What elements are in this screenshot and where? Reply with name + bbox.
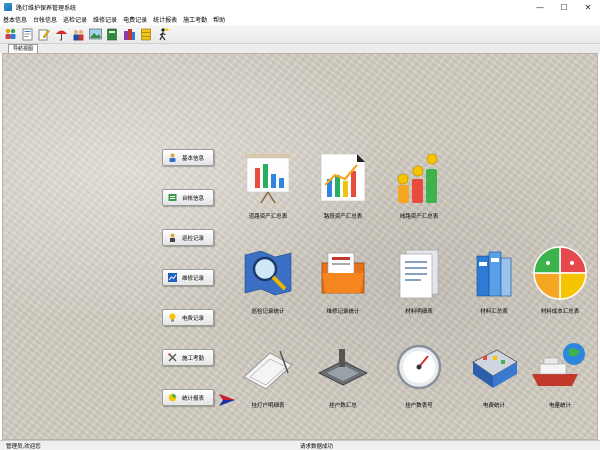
tab-strip: 导航视图	[0, 44, 600, 53]
tile-line-asset-summary-label: 线路资产汇总表	[399, 214, 439, 220]
inspector-icon	[168, 233, 177, 242]
menu-help[interactable]: 帮助	[213, 15, 225, 24]
landscape-icon[interactable]	[88, 27, 102, 41]
title-bar: 路灯维护保养管理系统 — ☐ ✕	[0, 0, 600, 14]
toolbox-icon	[464, 336, 524, 398]
status-user: 管理员,欢迎您	[6, 443, 41, 450]
menu-bar: 基本信息 台帐信息 巡检记录 维修记录 电费记录 统计报表 施工考勤 帮助	[0, 14, 600, 25]
close-button[interactable]: ✕	[576, 0, 600, 14]
app-icon	[4, 3, 12, 11]
electricity-label: 电费记录	[182, 315, 205, 322]
easel-chart-icon	[238, 147, 298, 209]
coin-chart-icon	[389, 147, 449, 209]
tile-material-cost-summary-label: 材料成本汇总表	[540, 309, 580, 315]
magnifier-map-icon	[238, 242, 298, 304]
tile-material-detail[interactable]: 材料明细表	[379, 242, 459, 326]
menu-reports[interactable]: 统计报表	[153, 15, 177, 24]
umbrella-icon[interactable]	[54, 27, 68, 41]
menu-basic-info[interactable]: 基本信息	[3, 15, 27, 24]
inspection-button[interactable]: 巡检记录	[162, 229, 214, 246]
attendance-label: 施工考勤	[182, 355, 205, 362]
menu-attendance[interactable]: 施工考勤	[183, 15, 207, 24]
tile-electricity-usage-stats-label: 电量统计	[548, 403, 571, 409]
status-message: 请求数据成功	[300, 443, 334, 450]
tile-user-count-meter[interactable]: 挂户数表号	[379, 336, 459, 420]
menu-ledger[interactable]: 台帐信息	[33, 15, 57, 24]
window-controls: — ☐ ✕	[528, 0, 600, 14]
reports-button[interactable]: 统计报表	[162, 389, 214, 406]
tile-section-asset-summary-label: 路段资产汇总表	[323, 214, 363, 220]
tile-lamp-user-detail[interactable]: 挂灯户明细表	[228, 336, 308, 420]
tab-navigation-view[interactable]: 导航视图	[8, 44, 39, 53]
menu-electricity[interactable]: 电费记录	[123, 15, 147, 24]
globe-ship-icon	[530, 336, 590, 398]
tile-electricity-usage-stats[interactable]: 电量统计	[520, 336, 600, 420]
tools-icon	[168, 353, 177, 362]
menu-inspection[interactable]: 巡检记录	[63, 15, 87, 24]
tile-material-cost-summary[interactable]: 材料成本汇总表	[520, 242, 600, 326]
ledger-icon	[168, 193, 177, 202]
books-icon[interactable]	[122, 27, 136, 41]
group-icon[interactable]	[3, 27, 17, 41]
tile-material-summary-label: 材料汇总表	[480, 309, 508, 315]
ledger-button[interactable]: 台帐信息	[162, 189, 214, 206]
tile-inspection-stats-label: 巡检记录统计	[251, 309, 285, 315]
blueprint-icon	[238, 336, 298, 398]
maximize-button[interactable]: ☐	[552, 0, 576, 14]
attendance-button[interactable]: 施工考勤	[162, 349, 214, 366]
tile-section-asset-summary[interactable]: 路段资产汇总表	[303, 147, 383, 231]
minimize-button[interactable]: —	[528, 0, 552, 14]
tile-user-count-meter-label: 挂户数表号	[405, 403, 433, 409]
status-bar: 管理员,欢迎您 请求数据成功	[0, 440, 600, 450]
report-icon	[168, 393, 177, 402]
drawers-icon[interactable]	[139, 27, 153, 41]
pie-chart-icon	[530, 242, 590, 304]
document-icon[interactable]	[20, 27, 34, 41]
tile-user-count-summary[interactable]: 挂户数汇总	[303, 336, 383, 420]
people-icon[interactable]	[71, 27, 85, 41]
tile-material-detail-label: 材料明细表	[405, 309, 433, 315]
basic-info-label: 基本信息	[182, 155, 205, 162]
electricity-button[interactable]: 电费记录	[162, 309, 214, 326]
tile-user-count-summary-label: 挂户数汇总	[329, 403, 357, 409]
scanner-icon	[313, 336, 373, 398]
toolbar	[0, 25, 600, 44]
menu-repair[interactable]: 维修记录	[93, 15, 117, 24]
tile-road-asset-summary[interactable]: 道路资产汇总表	[228, 147, 308, 231]
edit-icon[interactable]	[37, 27, 51, 41]
tile-line-asset-summary[interactable]: 线路资产汇总表	[379, 147, 459, 231]
tile-repair-stats-label: 维修记录统计	[326, 309, 360, 315]
binders-icon	[464, 242, 524, 304]
orange-folder-icon	[313, 242, 373, 304]
bulb-icon	[168, 313, 177, 322]
tile-lamp-user-detail-label: 挂灯户明细表	[251, 403, 285, 409]
window-title: 路灯维护保养管理系统	[16, 4, 77, 12]
reports-label: 统计报表	[182, 395, 205, 402]
tile-inspection-stats[interactable]: 巡检记录统计	[228, 242, 308, 326]
repair-button[interactable]: 维修记录	[162, 269, 214, 286]
document-stack-icon	[389, 242, 449, 304]
book-icon[interactable]	[105, 27, 119, 41]
chart-line-icon	[168, 273, 177, 282]
tile-repair-stats[interactable]: 维修记录统计	[303, 242, 383, 326]
person-icon	[168, 153, 177, 162]
trend-chart-icon	[313, 147, 373, 209]
gauge-icon	[389, 336, 449, 398]
tile-electricity-fee-stats-label: 电费统计	[482, 403, 505, 409]
walking-person-icon[interactable]	[156, 27, 170, 41]
ledger-label: 台帐信息	[182, 195, 205, 202]
repair-label: 维修记录	[182, 275, 205, 282]
basic-info-button[interactable]: 基本信息	[162, 149, 214, 166]
tile-road-asset-summary-label: 道路资产汇总表	[248, 214, 288, 220]
inspection-label: 巡检记录	[182, 235, 205, 242]
